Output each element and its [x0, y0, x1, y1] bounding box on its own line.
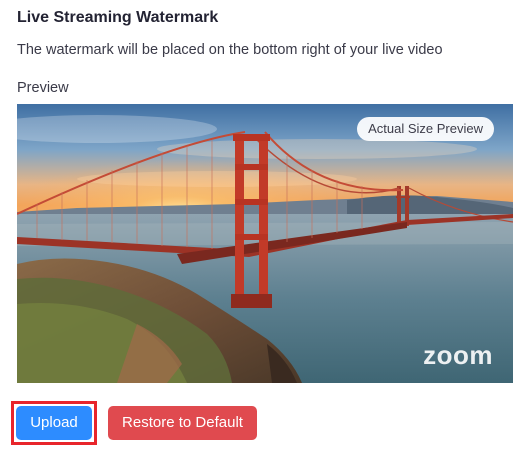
restore-to-default-button[interactable]: Restore to Default	[108, 406, 257, 440]
upload-button[interactable]: Upload	[16, 406, 92, 440]
preview-label: Preview	[17, 80, 69, 96]
zoom-watermark-logo: zoom	[423, 340, 493, 370]
section-description: The watermark will be placed on the bott…	[17, 42, 443, 58]
section-title: Live Streaming Watermark	[17, 9, 219, 26]
watermark-settings-panel: Live Streaming Watermark The watermark w…	[0, 0, 528, 450]
watermark-preview-image: Actual Size Preview zoom	[17, 104, 513, 383]
actual-size-preview-button[interactable]: Actual Size Preview	[357, 117, 494, 141]
